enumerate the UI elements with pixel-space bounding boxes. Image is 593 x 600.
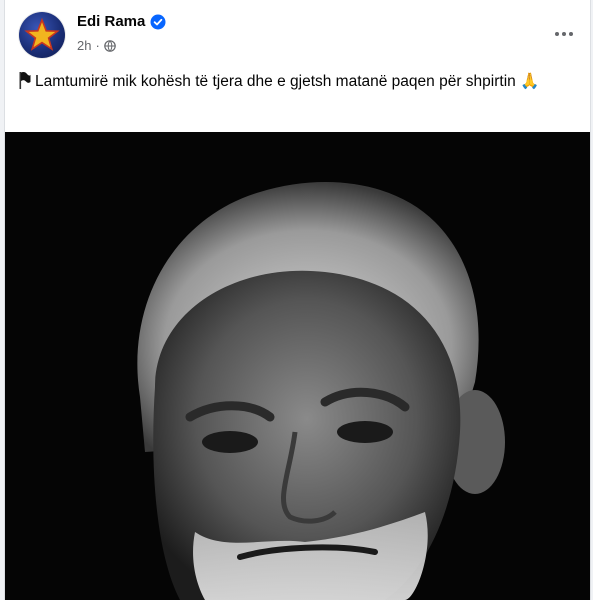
author-row: Edi Rama bbox=[77, 13, 166, 30]
post-caption: Lamtumirë mik kohësh të tjera dhe e gjet… bbox=[19, 70, 559, 93]
star-icon bbox=[24, 17, 60, 51]
more-options-icon bbox=[555, 32, 559, 36]
author-avatar[interactable] bbox=[19, 12, 65, 58]
verified-badge-icon bbox=[150, 14, 166, 29]
meta-separator: · bbox=[95, 38, 100, 53]
black-flag-icon bbox=[19, 72, 31, 89]
caption-emoji: 🙏 bbox=[520, 73, 540, 90]
post-photo[interactable] bbox=[5, 132, 590, 600]
more-dot bbox=[562, 32, 566, 36]
portrait-image bbox=[5, 132, 590, 600]
more-dot bbox=[569, 32, 573, 36]
more-options-button[interactable] bbox=[548, 18, 580, 50]
post-header: Edi Rama 2h · bbox=[5, 0, 590, 68]
post-timestamp[interactable]: 2h bbox=[77, 38, 91, 53]
post-card: Edi Rama 2h · Lamtumirë mik kohësh të tj… bbox=[4, 0, 591, 600]
caption-text: Lamtumirë mik kohësh të tjera dhe e gjet… bbox=[35, 73, 516, 90]
post-meta: 2h · bbox=[77, 38, 116, 53]
globe-icon[interactable] bbox=[104, 39, 116, 52]
author-name[interactable]: Edi Rama bbox=[77, 13, 145, 30]
